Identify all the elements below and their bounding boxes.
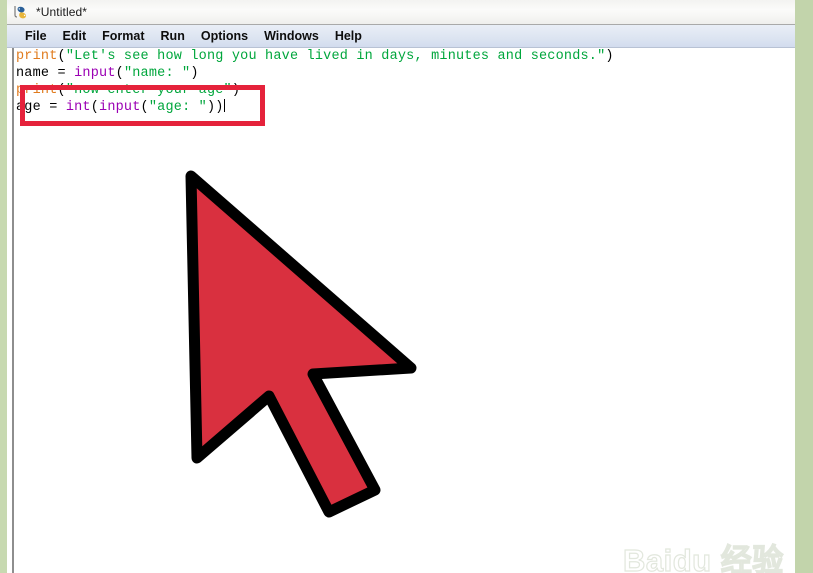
menu-item-format[interactable]: Format xyxy=(94,27,152,45)
editor-gutter-rule xyxy=(12,48,14,573)
menu-item-run[interactable]: Run xyxy=(153,27,193,45)
code-token-builtin: print xyxy=(16,49,58,64)
code-token-plain: ) xyxy=(190,66,199,81)
code-line[interactable]: name = input("name: ") xyxy=(14,65,784,82)
idle-editor-window: *Untitled* File Edit Format Run Options … xyxy=(7,0,795,573)
code-token-plain: ( xyxy=(115,66,124,81)
code-token-plain: ( xyxy=(90,100,100,115)
menubar: File Edit Format Run Options Windows Hel… xyxy=(7,25,795,48)
menu-item-edit[interactable]: Edit xyxy=(55,27,95,45)
code-token-string: "name: " xyxy=(123,66,191,81)
code-token-class: input xyxy=(74,66,116,81)
red-arrow-cursor xyxy=(179,168,424,518)
window-title: *Untitled* xyxy=(36,5,88,19)
page-left-border xyxy=(0,0,7,573)
menu-item-windows[interactable]: Windows xyxy=(256,27,327,45)
code-token-string: "now enter your age" xyxy=(65,83,232,98)
code-token-plain: ( xyxy=(57,83,66,98)
source-code[interactable]: print("Let's see how long you have lived… xyxy=(14,48,784,116)
page-right-border xyxy=(795,0,813,573)
code-token-plain: )) xyxy=(206,100,224,115)
code-editor-area[interactable]: print("Let's see how long you have lived… xyxy=(7,48,795,573)
code-token-plain: age = xyxy=(16,100,66,115)
code-token-string: "Let's see how long you have lived in da… xyxy=(65,49,606,64)
code-line[interactable]: print("now enter your age") xyxy=(14,82,784,99)
code-token-plain: ( xyxy=(57,49,66,64)
window-titlebar: *Untitled* xyxy=(7,0,795,25)
code-token-class: int xyxy=(65,100,91,115)
menu-item-help[interactable]: Help xyxy=(327,27,370,45)
code-token-builtin: print xyxy=(16,83,58,98)
menu-item-file[interactable]: File xyxy=(17,27,55,45)
code-token-plain: ( xyxy=(140,100,149,115)
code-token-string: "age: " xyxy=(148,100,207,115)
code-token-plain: name = xyxy=(16,66,75,81)
python-idle-icon xyxy=(13,4,30,21)
watermark-main-text: Baidu 经验 xyxy=(622,543,784,573)
code-token-plain: ) xyxy=(231,83,241,98)
code-token-plain: ) xyxy=(605,49,614,64)
screenshot-root: *Untitled* File Edit Format Run Options … xyxy=(0,0,813,573)
menu-item-options[interactable]: Options xyxy=(193,27,256,45)
code-token-class: input xyxy=(99,100,141,115)
baidu-watermark: Baidu 经验 jingyan.baidu.com xyxy=(622,543,793,573)
code-line[interactable]: print("Let's see how long you have lived… xyxy=(14,48,784,65)
code-line[interactable]: age = int(input("age: ")) xyxy=(14,99,784,116)
text-caret xyxy=(223,99,226,112)
